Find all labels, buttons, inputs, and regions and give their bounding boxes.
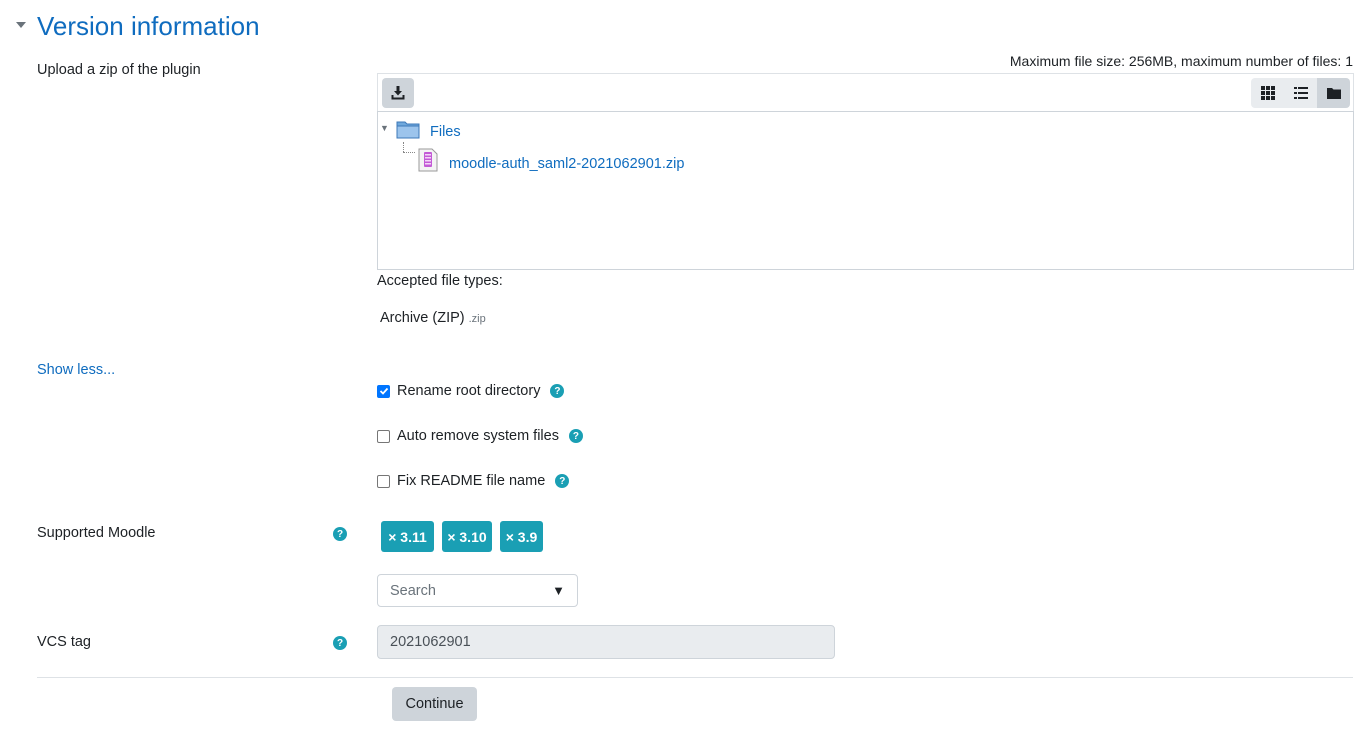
- supported-moodle-label: Supported Moodle: [37, 525, 156, 541]
- uploaded-file-link[interactable]: moodle-auth_saml2-2021062901.zip: [449, 156, 684, 172]
- option-fix-readme: Fix README file name ?: [377, 473, 570, 489]
- vcs-tag-value: 2021062901: [390, 634, 471, 650]
- help-icon[interactable]: ?: [333, 527, 347, 541]
- help-icon[interactable]: ?: [555, 474, 570, 488]
- help-icon[interactable]: ?: [550, 384, 565, 398]
- accepted-type-item: Archive (ZIP) .zip: [380, 310, 486, 326]
- tree-expand-icon[interactable]: ▼: [380, 123, 389, 133]
- auto-remove-label[interactable]: Auto remove system files: [397, 428, 559, 444]
- folder-icon: [1326, 88, 1341, 99]
- upload-label: Upload a zip of the plugin: [37, 62, 201, 78]
- rename-root-checkbox[interactable]: [377, 384, 390, 398]
- option-auto-remove: Auto remove system files ?: [377, 428, 583, 444]
- view-tree-button[interactable]: [1317, 78, 1350, 108]
- tree-connector: [403, 152, 415, 153]
- list-icon: [1293, 87, 1308, 99]
- vcs-tag-label: VCS tag: [37, 634, 91, 650]
- search-placeholder: Search: [390, 583, 436, 599]
- download-icon: [391, 86, 405, 100]
- collapse-chevron-icon[interactable]: [14, 18, 28, 32]
- checkmark-icon: [379, 387, 388, 395]
- view-list-button[interactable]: [1284, 78, 1317, 108]
- filepicker-toolbar: [377, 73, 1354, 111]
- accepted-type-name: Archive (ZIP): [380, 310, 465, 326]
- continue-button[interactable]: Continue: [392, 687, 477, 721]
- show-less-link[interactable]: Show less...: [37, 362, 115, 378]
- version-tag[interactable]: × 3.9: [500, 521, 543, 552]
- section-title[interactable]: Version information: [37, 8, 260, 44]
- filemanager-area[interactable]: [377, 111, 1354, 270]
- help-icon[interactable]: ?: [568, 429, 583, 443]
- option-rename-root: Rename root directory ?: [377, 383, 565, 399]
- fix-readme-label[interactable]: Fix README file name: [397, 473, 545, 489]
- files-folder-link[interactable]: Files: [430, 124, 461, 140]
- divider: [37, 677, 1353, 678]
- folder-icon: [396, 121, 420, 139]
- version-search-select[interactable]: Search ▼: [377, 574, 578, 607]
- fix-readme-checkbox[interactable]: [377, 474, 390, 488]
- max-file-info: Maximum file size: 256MB, maximum number…: [1009, 53, 1353, 69]
- tree-connector: [403, 142, 404, 152]
- accepted-type-extension: .zip: [468, 313, 486, 325]
- grid-icon: [1260, 86, 1275, 100]
- view-mode-group: [1251, 78, 1350, 108]
- help-icon[interactable]: ?: [333, 636, 347, 650]
- upload-file-button[interactable]: [382, 78, 414, 108]
- auto-remove-checkbox[interactable]: [377, 429, 390, 443]
- rename-root-label[interactable]: Rename root directory: [397, 383, 540, 399]
- zip-file-icon: [418, 148, 438, 172]
- version-tag[interactable]: × 3.11: [381, 521, 434, 552]
- dropdown-caret-icon: ▼: [552, 583, 565, 598]
- version-tag[interactable]: × 3.10: [442, 521, 492, 552]
- accepted-types-label: Accepted file types:: [377, 273, 503, 289]
- vcs-tag-input[interactable]: 2021062901: [377, 625, 835, 659]
- view-icons-button[interactable]: [1251, 78, 1284, 108]
